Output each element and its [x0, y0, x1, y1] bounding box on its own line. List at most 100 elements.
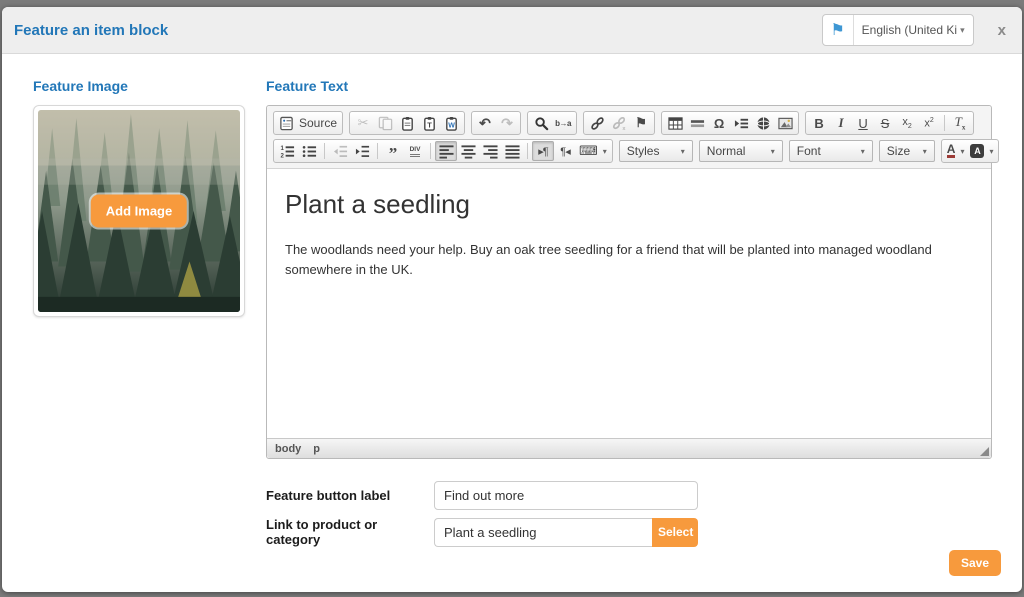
language-button[interactable]: ⌨ ▾: [576, 141, 610, 161]
rich-text-editor: Source ✂ T W ↶ ↷ b→a x ⚑ Ω B I U Sx2 x2 Tx 1 2 ” DIV ▸¶ ¶◂ ⌨ ▾ S…: [266, 105, 1000, 459]
format-dropdown[interactable]: Normal ▾: [698, 140, 783, 162]
editor-status-bar: body p: [267, 438, 991, 458]
redo-button[interactable]: ↷: [496, 113, 518, 133]
language-selector[interactable]: ⚑ English (United Ki... ▾: [821, 14, 974, 46]
cut-icon: ✂: [357, 115, 369, 130]
special-char-button[interactable]: Ω: [708, 113, 730, 133]
toolbar-separator: [430, 143, 431, 159]
bold-button[interactable]: B: [808, 113, 830, 133]
feature-image-section: Feature Image Add Image: [33, 78, 245, 554]
div-icon: DIV: [409, 146, 421, 157]
anchor-icon: ⚑: [635, 115, 647, 130]
bg-color-icon: A: [970, 144, 985, 158]
save-button[interactable]: Save: [948, 550, 1001, 576]
select-button[interactable]: Select: [652, 517, 698, 547]
find-group: b→a: [527, 111, 578, 135]
numbered-list-button[interactable]: 12: [276, 141, 298, 161]
caret-down-icon: ▾: [922, 146, 927, 156]
language-selector-value: English (United Ki...: [861, 23, 959, 37]
paste-button[interactable]: [396, 113, 418, 133]
feature-item-block-modal: Feature an item block ⚑ English (United …: [2, 7, 1022, 592]
feature-button-label-label: Feature button label: [266, 488, 391, 503]
align-left-icon: [438, 144, 454, 159]
italic-icon: I: [838, 115, 844, 130]
bidi-rtl-button[interactable]: ¶◂: [554, 141, 576, 161]
paragraph-group: 1 2 ” DIV ▸¶ ¶◂ ⌨ ▾: [273, 139, 613, 163]
undo-button[interactable]: ↶: [474, 113, 496, 133]
align-left-button[interactable]: [435, 141, 457, 161]
bidi-rtl-icon: ¶◂: [560, 145, 570, 158]
strikethrough-button[interactable]: S: [874, 113, 896, 133]
paste-icon: [400, 116, 415, 131]
element-path-body[interactable]: body: [275, 443, 301, 455]
size-dropdown[interactable]: Size ▾: [878, 140, 935, 162]
indent-icon: [355, 144, 370, 159]
find-button[interactable]: [530, 113, 552, 133]
indent-button[interactable]: [351, 141, 373, 161]
paste-text-button[interactable]: T: [418, 113, 440, 133]
format-group: Normal ▾: [698, 139, 783, 163]
styles-dropdown[interactable]: Styles ▾: [618, 140, 693, 162]
link-button[interactable]: [586, 113, 608, 133]
flag-icon: ⚑: [823, 15, 854, 45]
colors-group: A ▾ A ▾: [940, 139, 1000, 163]
replace-button[interactable]: b→a: [552, 113, 574, 133]
bidi-ltr-button[interactable]: ▸¶: [532, 141, 554, 161]
remove-format-button[interactable]: Tx: [949, 113, 971, 133]
anchor-button[interactable]: ⚑: [630, 113, 652, 133]
horizontal-rule-button[interactable]: [686, 113, 708, 133]
caret-down-icon: ▾: [989, 146, 994, 156]
bulleted-list-button[interactable]: [298, 141, 320, 161]
modal-title: Feature an item block: [14, 21, 169, 39]
feature-text-label: Feature Text: [266, 78, 349, 94]
align-right-button[interactable]: [479, 141, 501, 161]
superscript-button[interactable]: x2: [918, 113, 940, 133]
feature-text-section: Feature Text Source ✂ T W ↶ ↷ b→a x ⚑ Ω B I U Sx2 x2 Tx…: [266, 78, 1000, 554]
unlink-button[interactable]: x: [608, 113, 630, 133]
blockquote-icon: ”: [388, 144, 398, 163]
table-button[interactable]: [664, 113, 686, 133]
source-button[interactable]: Source: [276, 113, 340, 133]
outdent-button[interactable]: [329, 141, 351, 161]
text-color-button[interactable]: A ▾: [944, 141, 968, 161]
feature-button-label-input[interactable]: [434, 481, 698, 510]
editor-content[interactable]: Plant a seedling The woodlands need your…: [267, 169, 991, 438]
document-group: Source: [273, 111, 344, 135]
align-justify-button[interactable]: [501, 141, 523, 161]
subscript-button[interactable]: x2: [896, 113, 918, 133]
paste-word-button[interactable]: W: [440, 113, 462, 133]
svg-text:W: W: [448, 122, 455, 129]
div-container-button[interactable]: DIV: [404, 141, 426, 161]
align-center-button[interactable]: [457, 141, 479, 161]
cut-button[interactable]: ✂: [352, 113, 374, 133]
size-group: Size ▾: [878, 139, 935, 163]
blockquote-button[interactable]: ”: [382, 141, 404, 163]
italic-button[interactable]: I: [830, 113, 852, 133]
specialchar-icon: Ω: [713, 115, 725, 131]
link-to-product-input[interactable]: [434, 517, 652, 547]
hr-icon: [690, 116, 705, 131]
element-path-p[interactable]: p: [313, 443, 320, 455]
numbered-list-icon: 12: [280, 144, 295, 159]
page-overlay: Feature an item block ⚑ English (United …: [0, 0, 1024, 597]
iframe-button[interactable]: [752, 113, 774, 133]
redo-icon: ↷: [501, 114, 513, 131]
copy-button[interactable]: [374, 113, 396, 133]
close-button[interactable]: x: [998, 22, 1006, 39]
resize-grip[interactable]: [980, 447, 989, 456]
modal-header: Feature an item block ⚑ English (United …: [2, 7, 1022, 54]
page-break-button[interactable]: [730, 113, 752, 133]
image-button[interactable]: [774, 113, 796, 133]
add-image-button[interactable]: Add Image: [90, 194, 188, 228]
underline-button[interactable]: U: [852, 113, 874, 133]
caret-down-icon: ▾: [602, 146, 607, 156]
caret-down-icon: ▾: [960, 24, 965, 35]
bold-icon: B: [814, 115, 824, 131]
image-icon: [777, 116, 793, 131]
clipboard-group: ✂ T W: [349, 111, 466, 135]
font-group: Font ▾: [788, 139, 873, 163]
toolbar-separator: [324, 143, 325, 159]
subscript-icon: x2: [902, 115, 912, 131]
bg-color-button[interactable]: A ▾: [967, 141, 996, 161]
font-dropdown[interactable]: Font ▾: [788, 140, 873, 162]
